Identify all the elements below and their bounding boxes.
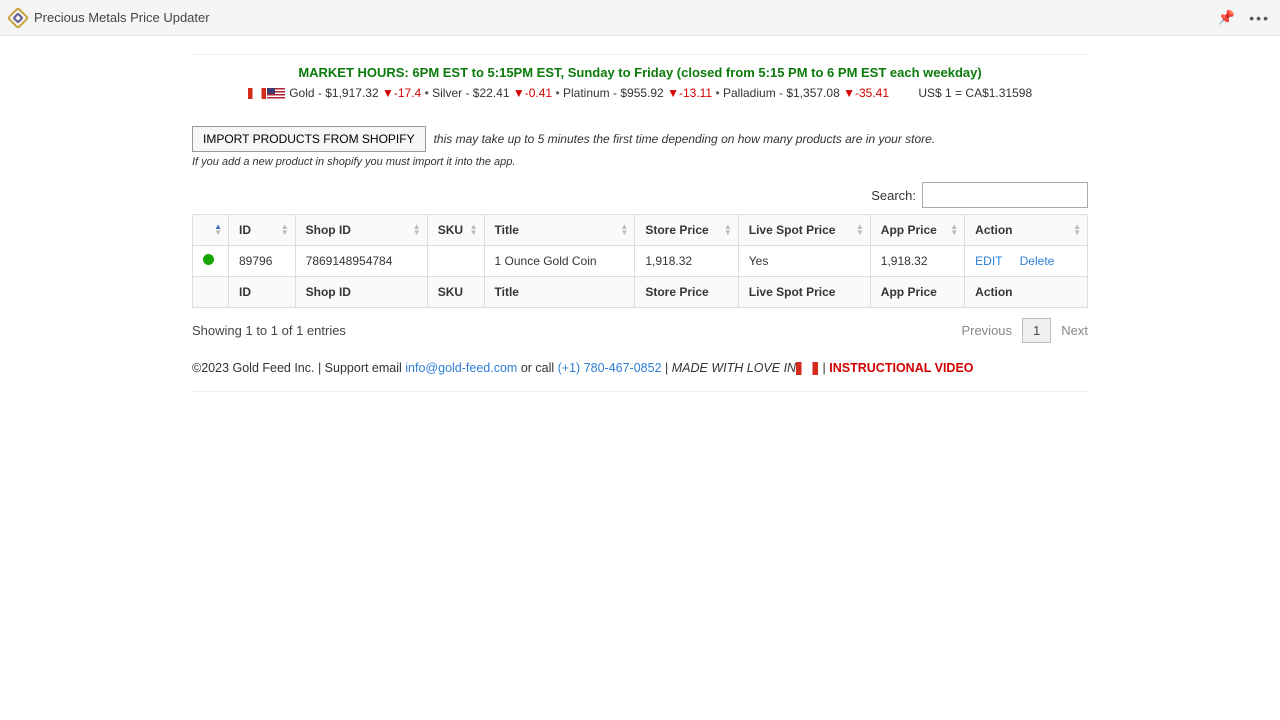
ticker-silver-label: Silver (432, 86, 462, 100)
ticker-platinum-label: Platinum (563, 86, 610, 100)
cell-status (193, 246, 229, 277)
ticker-silver-delta: -0.41 (525, 86, 552, 100)
delete-link[interactable]: Delete (1020, 254, 1055, 268)
fcol-sku: SKU (427, 277, 484, 308)
flag-usa-icon (267, 88, 285, 99)
products-table: ▲▼ ID▲▼ Shop ID▲▼ SKU▲▼ Title▲▼ Store Pr… (192, 214, 1088, 308)
pager-page-1[interactable]: 1 (1022, 318, 1051, 343)
col-id[interactable]: ID▲▼ (229, 215, 296, 246)
footer-or-call: or call (517, 361, 557, 375)
cell-store-price: 1,918.32 (635, 246, 738, 277)
price-ticker: Gold - $1,917.32 ▼-17.4 • Silver - $22.4… (192, 86, 1088, 100)
col-title[interactable]: Title▲▼ (484, 215, 635, 246)
titlebar-left: Precious Metals Price Updater (10, 10, 210, 26)
cell-live-spot: Yes (738, 246, 870, 277)
market-hours: MARKET HOURS: 6PM EST to 5:15PM EST, Sun… (192, 65, 1088, 80)
pager-next[interactable]: Next (1061, 323, 1088, 338)
col-action[interactable]: Action▲▼ (965, 215, 1088, 246)
ticker-gold-delta: -17.4 (394, 86, 421, 100)
cell-app-price: 1,918.32 (870, 246, 964, 277)
col-store-price[interactable]: Store Price▲▼ (635, 215, 738, 246)
down-arrow-icon: ▼ (667, 86, 679, 100)
down-arrow-icon: ▼ (382, 86, 394, 100)
cell-shop-id: 7869148954784 (295, 246, 427, 277)
col-sku[interactable]: SKU▲▼ (427, 215, 484, 246)
instructional-video-link[interactable]: INSTRUCTIONAL VIDEO (829, 361, 973, 375)
search-input[interactable] (922, 182, 1088, 208)
titlebar: Precious Metals Price Updater 📌 ••• (0, 0, 1280, 36)
ticker-platinum-price: $955.92 (620, 86, 663, 100)
status-dot-icon (203, 254, 214, 265)
ticker-palladium-label: Palladium (723, 86, 776, 100)
pager-previous[interactable]: Previous (961, 323, 1012, 338)
import-row: IMPORT PRODUCTS FROM SHOPIFY this may ta… (192, 126, 1088, 152)
fcol-status (193, 277, 229, 308)
app-title: Precious Metals Price Updater (34, 10, 210, 25)
cell-id: 89796 (229, 246, 296, 277)
footer-phone-link[interactable]: (+1) 780-467-0852 (558, 361, 662, 375)
ticker-palladium-delta: -35.41 (855, 86, 889, 100)
divider (192, 391, 1088, 392)
cell-sku (427, 246, 484, 277)
more-icon[interactable]: ••• (1249, 10, 1270, 26)
ticker-gold-price: $1,917.32 (325, 86, 378, 100)
down-arrow-icon: ▼ (843, 86, 855, 100)
import-subnote: If you add a new product in shopify you … (192, 156, 1088, 168)
table-footer-row: ID Shop ID SKU Title Store Price Live Sp… (193, 277, 1088, 308)
col-shop-id[interactable]: Shop ID▲▼ (295, 215, 427, 246)
ticker-silver-price: $22.41 (473, 86, 510, 100)
footer: ©2023 Gold Feed Inc. | Support email inf… (192, 361, 1088, 375)
app-icon (7, 6, 30, 29)
edit-link[interactable]: EDIT (975, 254, 1002, 268)
col-status[interactable]: ▲▼ (193, 215, 229, 246)
table-row: 89796 7869148954784 1 Ounce Gold Coin 1,… (193, 246, 1088, 277)
fcol-action: Action (965, 277, 1088, 308)
entries-row: Showing 1 to 1 of 1 entries Previous 1 N… (192, 318, 1088, 343)
fcol-shop-id: Shop ID (295, 277, 427, 308)
flag-canada-icon (796, 362, 818, 375)
footer-pipe: | (662, 361, 672, 375)
table-header-row: ▲▼ ID▲▼ Shop ID▲▼ SKU▲▼ Title▲▼ Store Pr… (193, 215, 1088, 246)
fcol-id: ID (229, 277, 296, 308)
footer-copyright: ©2023 Gold Feed Inc. | Support email (192, 361, 405, 375)
import-note: this may take up to 5 minutes the first … (434, 132, 936, 146)
fcol-app-price: App Price (870, 277, 964, 308)
footer-pipe: | (819, 361, 829, 375)
ticker-gold-label: Gold (289, 86, 314, 100)
footer-email-link[interactable]: info@gold-feed.com (405, 361, 517, 375)
search-row: Search: (192, 182, 1088, 208)
fx-rate: US$ 1 = CA$1.31598 (918, 86, 1032, 100)
footer-made-with-love: MADE WITH LOVE IN (672, 361, 796, 375)
entries-info: Showing 1 to 1 of 1 entries (192, 323, 346, 338)
divider (192, 54, 1088, 55)
pin-icon[interactable]: 📌 (1218, 9, 1235, 26)
fcol-live-spot: Live Spot Price (738, 277, 870, 308)
flag-canada-icon (248, 88, 266, 99)
titlebar-right: 📌 ••• (1218, 9, 1270, 26)
down-arrow-icon: ▼ (513, 86, 525, 100)
cell-title: 1 Ounce Gold Coin (484, 246, 635, 277)
pager: Previous 1 Next (961, 318, 1088, 343)
ticker-platinum-delta: -13.11 (679, 86, 712, 100)
search-label: Search: (871, 188, 916, 203)
col-app-price[interactable]: App Price▲▼ (870, 215, 964, 246)
page-content: MARKET HOURS: 6PM EST to 5:15PM EST, Sun… (192, 36, 1088, 392)
import-products-button[interactable]: IMPORT PRODUCTS FROM SHOPIFY (192, 126, 426, 152)
cell-action: EDIT Delete (965, 246, 1088, 277)
fcol-title: Title (484, 277, 635, 308)
col-live-spot[interactable]: Live Spot Price▲▼ (738, 215, 870, 246)
ticker-palladium-price: $1,357.08 (786, 86, 839, 100)
fcol-store-price: Store Price (635, 277, 738, 308)
